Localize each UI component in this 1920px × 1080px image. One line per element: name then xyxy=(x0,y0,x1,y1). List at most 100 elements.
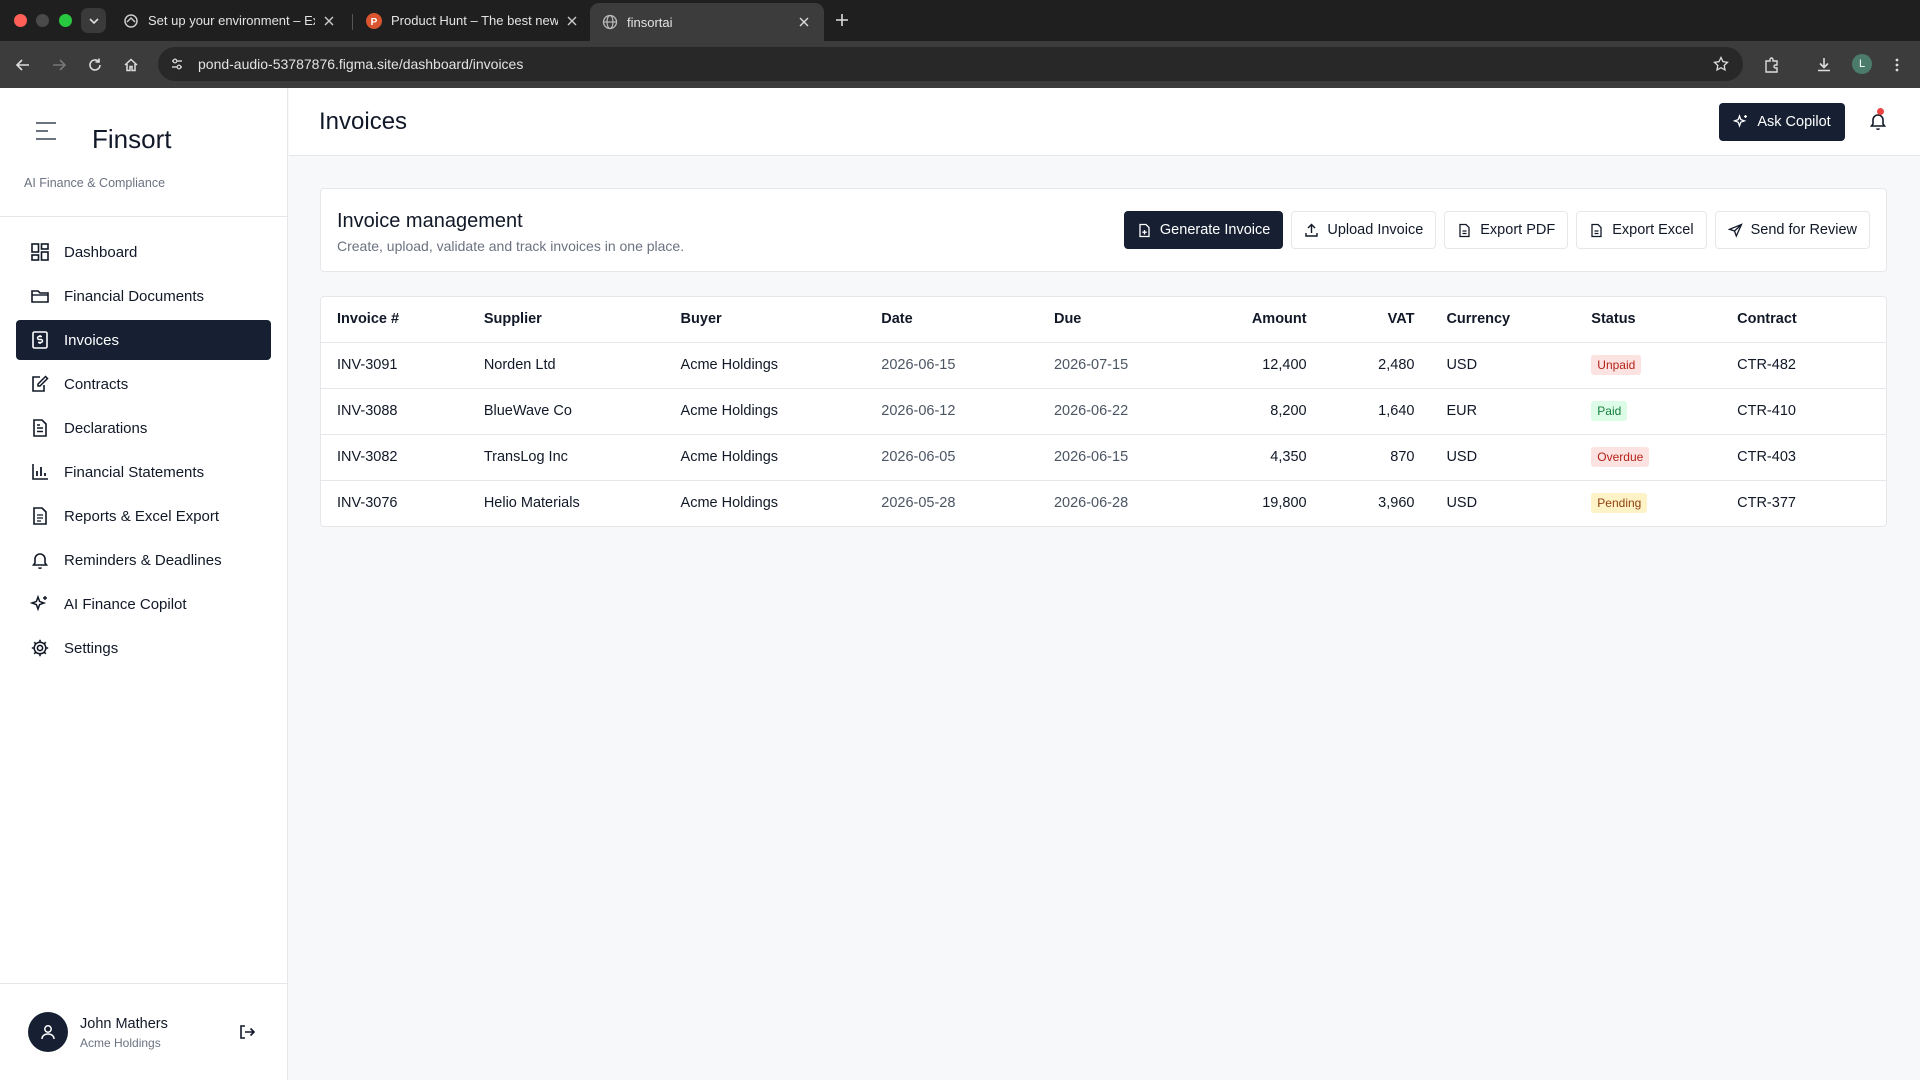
column-header[interactable]: Status xyxy=(1575,297,1722,343)
card-actions: Generate Invoice Upload Invoice Export P… xyxy=(1123,211,1870,249)
column-header[interactable]: Supplier xyxy=(467,297,665,343)
currency: USD xyxy=(1446,495,1478,512)
tab-title: Set up your environment – Ex xyxy=(148,13,315,28)
sidebar-item-invoices[interactable]: Invoices xyxy=(16,320,271,360)
invoice-management-card: Invoice management Create, upload, valid… xyxy=(320,188,1887,272)
reload-icon xyxy=(89,58,101,71)
extensions-button[interactable] xyxy=(1760,53,1784,77)
bookmark-star-icon[interactable] xyxy=(1707,50,1735,78)
send-for-review-button[interactable]: Send for Review xyxy=(1714,211,1870,249)
sidebar-item-label: Dashboard xyxy=(64,243,138,261)
arrow-right-icon xyxy=(53,59,67,71)
sidebar-item-financial-documents[interactable]: Financial Documents xyxy=(16,276,271,316)
supplier: BlueWave Co xyxy=(467,388,665,435)
currency: USD xyxy=(1430,342,1576,389)
address-bar[interactable]: pond-audio-53787876.figma.site/dashboard… xyxy=(158,47,1743,81)
sidebar-item-dashboard[interactable]: Dashboard xyxy=(16,232,271,272)
send-icon xyxy=(1727,222,1743,238)
column-header[interactable]: Buyer xyxy=(664,297,866,343)
sidebar-item-financial-statements[interactable]: Financial Statements xyxy=(16,452,271,492)
tab-title: finsortai xyxy=(627,14,673,30)
file-icon xyxy=(1589,223,1604,238)
url-text: pond-audio-53787876.figma.site/dashboard… xyxy=(198,56,524,72)
export-pdf-button[interactable]: Export PDF xyxy=(1444,211,1569,249)
document-icon xyxy=(30,418,50,438)
profile-avatar[interactable]: L xyxy=(1852,54,1872,74)
close-tab-icon[interactable] xyxy=(564,13,580,29)
column-header[interactable]: Date xyxy=(865,297,1038,343)
sidebar-item-reports[interactable]: Reports & Excel Export xyxy=(16,496,271,536)
due-date: 2026-06-28 xyxy=(1053,495,1129,512)
column-header[interactable]: Invoice # xyxy=(321,297,468,343)
logout-button[interactable] xyxy=(236,1021,258,1043)
supplier: Norden Ltd xyxy=(467,342,665,389)
column-header[interactable]: Amount xyxy=(1192,297,1323,343)
close-tab-icon[interactable] xyxy=(321,13,337,29)
close-window-button[interactable] xyxy=(14,14,27,27)
tab-finsortai[interactable]: finsortai xyxy=(590,3,824,41)
column-header[interactable]: Contract xyxy=(1721,297,1886,343)
column-header[interactable]: VAT xyxy=(1322,297,1431,343)
buyer: Acme Holdings xyxy=(680,495,779,512)
ask-copilot-button[interactable]: Ask Copilot xyxy=(1719,103,1845,141)
table-row[interactable]: INV-3076 Helio Materials Acme Holdings 2… xyxy=(321,480,1886,526)
sidebar-item-contracts[interactable]: Contracts xyxy=(16,364,271,404)
sidebar-item-declarations[interactable]: Declarations xyxy=(16,408,271,448)
table-row[interactable]: INV-3091 Norden Ltd Acme Holdings 2026-0… xyxy=(321,342,1886,389)
maximize-window-button[interactable] xyxy=(59,14,72,27)
collapse-sidebar-button[interactable] xyxy=(34,121,60,141)
sidebar-divider xyxy=(0,983,287,984)
invoice-date: 2026-05-28 xyxy=(881,495,956,512)
sidebar-item-label: Contracts xyxy=(64,375,129,393)
column-header[interactable]: Due xyxy=(1037,297,1193,343)
status-badge: Pending xyxy=(1591,493,1648,514)
upload-icon xyxy=(1304,223,1319,238)
invoice-date: 2026-06-05 xyxy=(865,434,1038,481)
page-header: Invoices Ask Copilot xyxy=(289,88,1920,156)
sidebar-item-settings[interactable]: Settings xyxy=(16,628,271,668)
brand-tagline: AI Finance & Compliance xyxy=(24,176,166,190)
vat: 870 xyxy=(1322,434,1431,481)
sidebar-item-reminders[interactable]: Reminders & Deadlines xyxy=(16,540,271,580)
browser-menu-button[interactable] xyxy=(1885,53,1909,77)
generate-invoice-button[interactable]: Generate Invoice xyxy=(1123,211,1284,249)
table-row[interactable]: INV-3082 TransLog Inc Acme Holdings 2026… xyxy=(321,434,1886,481)
column-header[interactable]: Currency xyxy=(1430,297,1576,343)
close-tab-icon[interactable] xyxy=(796,14,812,30)
avatar[interactable] xyxy=(28,1012,68,1052)
minimize-window-button[interactable] xyxy=(36,14,49,27)
downloads-button[interactable] xyxy=(1812,53,1836,77)
browser-toolbar: pond-audio-53787876.figma.site/dashboard… xyxy=(0,41,1920,88)
back-button[interactable] xyxy=(11,53,35,77)
hamburger-menu-icon xyxy=(36,122,56,140)
tab-product-hunt[interactable]: P Product Hunt – The best new xyxy=(354,4,592,37)
buyer: Acme Holdings xyxy=(664,388,866,435)
forward-button[interactable] xyxy=(47,53,71,77)
status-cell: Unpaid xyxy=(1575,342,1722,389)
sidebar-divider xyxy=(0,216,287,217)
folder-icon xyxy=(30,286,50,306)
contract: CTR-482 xyxy=(1721,342,1886,389)
home-button[interactable] xyxy=(119,53,143,77)
invoice-date: 2026-06-12 xyxy=(865,388,1038,435)
new-tab-button[interactable] xyxy=(830,8,854,32)
upload-invoice-button[interactable]: Upload Invoice xyxy=(1291,211,1437,249)
site-info-icon[interactable] xyxy=(162,49,192,79)
export-excel-button[interactable]: Export Excel xyxy=(1576,211,1707,249)
amount: 19,800 xyxy=(1262,495,1307,512)
button-label: Export PDF xyxy=(1480,222,1556,238)
kebab-menu-icon xyxy=(1895,58,1899,72)
sidebar-item-label: Declarations xyxy=(64,419,148,437)
contract: CTR-377 xyxy=(1737,495,1796,512)
tab-search-button[interactable] xyxy=(81,8,106,33)
table-row[interactable]: INV-3088 BlueWave Co Acme Holdings 2026-… xyxy=(321,388,1886,435)
puzzle-icon xyxy=(1765,57,1778,73)
app-root: Finsort AI Finance & Compliance Dashboar… xyxy=(0,88,1920,1080)
status-cell: Overdue xyxy=(1575,434,1722,481)
reload-button[interactable] xyxy=(83,53,107,77)
vat: 1,640 xyxy=(1322,388,1431,435)
sidebar-nav: Dashboard Financial Documents Invoices C… xyxy=(16,232,271,672)
sidebar-item-ai-copilot[interactable]: AI Finance Copilot xyxy=(16,584,271,624)
invoice-date: 2026-06-15 xyxy=(865,342,1038,389)
tab-setup-environment[interactable]: Set up your environment – Ex xyxy=(111,4,349,37)
